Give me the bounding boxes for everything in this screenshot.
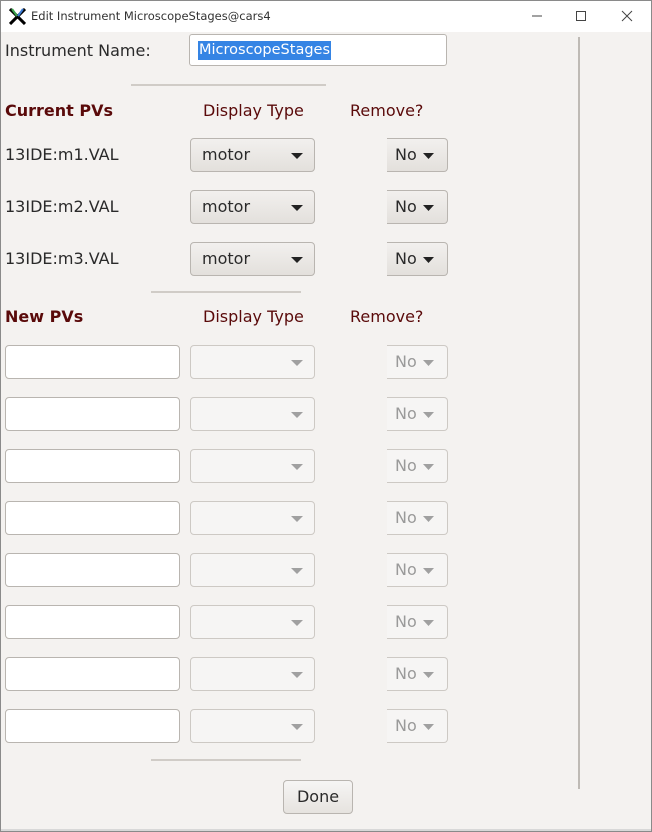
display-type-dropdown[interactable]: motor bbox=[190, 242, 315, 276]
dropdown-arrow-icon bbox=[423, 516, 434, 522]
dropdown-arrow-icon bbox=[423, 568, 434, 574]
separator bbox=[151, 759, 301, 761]
dropdown-arrow-icon bbox=[423, 360, 434, 366]
display-type-value: motor bbox=[202, 145, 251, 164]
dropdown-arrow-icon bbox=[423, 153, 434, 159]
remove-value: No bbox=[395, 249, 417, 268]
new-pv-input[interactable] bbox=[5, 553, 180, 587]
bottom-edge bbox=[1, 829, 651, 831]
remove-dropdown[interactable]: No bbox=[387, 449, 448, 483]
minimize-icon bbox=[532, 15, 542, 17]
remove-value: No bbox=[395, 612, 417, 631]
dropdown-arrow-icon bbox=[291, 568, 303, 574]
dropdown-arrow-icon bbox=[423, 724, 434, 730]
window-title: Edit Instrument MicroscopeStages@cars4 bbox=[31, 9, 271, 23]
current-pv-name: 13IDE:m3.VAL bbox=[5, 249, 119, 268]
dropdown-arrow-icon bbox=[423, 205, 434, 211]
new-pv-input[interactable] bbox=[5, 709, 180, 743]
new-pvs-header: New PVs bbox=[5, 307, 84, 326]
dropdown-arrow-icon bbox=[291, 257, 303, 263]
dropdown-arrow-icon bbox=[423, 257, 434, 263]
current-pv-name: 13IDE:m2.VAL bbox=[5, 197, 119, 216]
dropdown-arrow-icon bbox=[291, 464, 303, 470]
remove-value: No bbox=[395, 456, 417, 475]
remove-value: No bbox=[395, 716, 417, 735]
remove-dropdown[interactable]: No bbox=[387, 242, 448, 276]
display-type-dropdown[interactable] bbox=[190, 605, 315, 639]
display-type-dropdown[interactable]: motor bbox=[190, 138, 315, 172]
remove-value: No bbox=[395, 352, 417, 371]
x-logo-icon bbox=[9, 8, 26, 25]
current-pv-name: 13IDE:m1.VAL bbox=[5, 145, 119, 164]
remove-dropdown[interactable]: No bbox=[387, 138, 448, 172]
new-pv-input[interactable] bbox=[5, 345, 180, 379]
dropdown-arrow-icon bbox=[423, 412, 434, 418]
display-type-dropdown[interactable] bbox=[190, 501, 315, 535]
dropdown-arrow-icon bbox=[423, 464, 434, 470]
dropdown-arrow-icon bbox=[291, 412, 303, 418]
dialog-body: Instrument Name: MicroscopeStages Curren… bbox=[1, 32, 651, 831]
instrument-name-label: Instrument Name: bbox=[5, 41, 151, 60]
new-pv-input[interactable] bbox=[5, 605, 180, 639]
dropdown-arrow-icon bbox=[291, 153, 303, 159]
close-button[interactable] bbox=[605, 1, 651, 32]
display-type-dropdown[interactable] bbox=[190, 449, 315, 483]
title-bar[interactable]: Edit Instrument MicroscopeStages@cars4 bbox=[1, 1, 651, 32]
edit-instrument-window: Edit Instrument MicroscopeStages@cars4 I… bbox=[0, 0, 652, 832]
dropdown-arrow-icon bbox=[291, 620, 303, 626]
minimize-button[interactable] bbox=[515, 1, 561, 32]
remove-dropdown[interactable]: No bbox=[387, 501, 448, 535]
remove-value: No bbox=[395, 197, 417, 216]
new-pv-input[interactable] bbox=[5, 657, 180, 691]
display-type-dropdown[interactable] bbox=[190, 345, 315, 379]
dropdown-arrow-icon bbox=[291, 360, 303, 366]
remove-dropdown[interactable]: No bbox=[387, 657, 448, 691]
dropdown-arrow-icon bbox=[423, 672, 434, 678]
maximize-button[interactable] bbox=[559, 1, 605, 32]
display-type-value: motor bbox=[202, 197, 251, 216]
instrument-name-input[interactable]: MicroscopeStages bbox=[189, 34, 447, 66]
dropdown-arrow-icon bbox=[291, 672, 303, 678]
current-remove-header: Remove? bbox=[350, 101, 424, 120]
remove-value: No bbox=[395, 404, 417, 423]
new-pv-input[interactable] bbox=[5, 501, 180, 535]
separator bbox=[131, 84, 326, 86]
dropdown-arrow-icon bbox=[423, 620, 434, 626]
display-type-dropdown[interactable] bbox=[190, 397, 315, 431]
display-type-dropdown[interactable] bbox=[190, 657, 315, 691]
new-pv-input[interactable] bbox=[5, 449, 180, 483]
remove-dropdown[interactable]: No bbox=[387, 345, 448, 379]
maximize-icon bbox=[576, 11, 586, 21]
remove-value: No bbox=[395, 145, 417, 164]
dropdown-arrow-icon bbox=[291, 205, 303, 211]
display-type-dropdown[interactable] bbox=[190, 709, 315, 743]
done-button[interactable]: Done bbox=[283, 780, 353, 814]
dropdown-arrow-icon bbox=[291, 516, 303, 522]
new-remove-header: Remove? bbox=[350, 307, 424, 326]
dropdown-arrow-icon bbox=[291, 724, 303, 730]
current-display-type-header: Display Type bbox=[203, 101, 304, 120]
remove-dropdown[interactable]: No bbox=[387, 605, 448, 639]
separator bbox=[151, 291, 301, 293]
close-icon bbox=[621, 10, 633, 22]
instrument-name-value: MicroscopeStages bbox=[198, 41, 332, 60]
new-display-type-header: Display Type bbox=[203, 307, 304, 326]
remove-dropdown[interactable]: No bbox=[387, 397, 448, 431]
remove-dropdown[interactable]: No bbox=[387, 190, 448, 224]
display-type-value: motor bbox=[202, 249, 251, 268]
remove-value: No bbox=[395, 664, 417, 683]
display-type-dropdown[interactable] bbox=[190, 553, 315, 587]
remove-value: No bbox=[395, 560, 417, 579]
right-panel bbox=[584, 32, 651, 831]
vertical-divider bbox=[578, 37, 580, 789]
remove-dropdown[interactable]: No bbox=[387, 553, 448, 587]
display-type-dropdown[interactable]: motor bbox=[190, 190, 315, 224]
new-pv-input[interactable] bbox=[5, 397, 180, 431]
current-pvs-header: Current PVs bbox=[5, 101, 114, 120]
remove-dropdown[interactable]: No bbox=[387, 709, 448, 743]
remove-value: No bbox=[395, 508, 417, 527]
